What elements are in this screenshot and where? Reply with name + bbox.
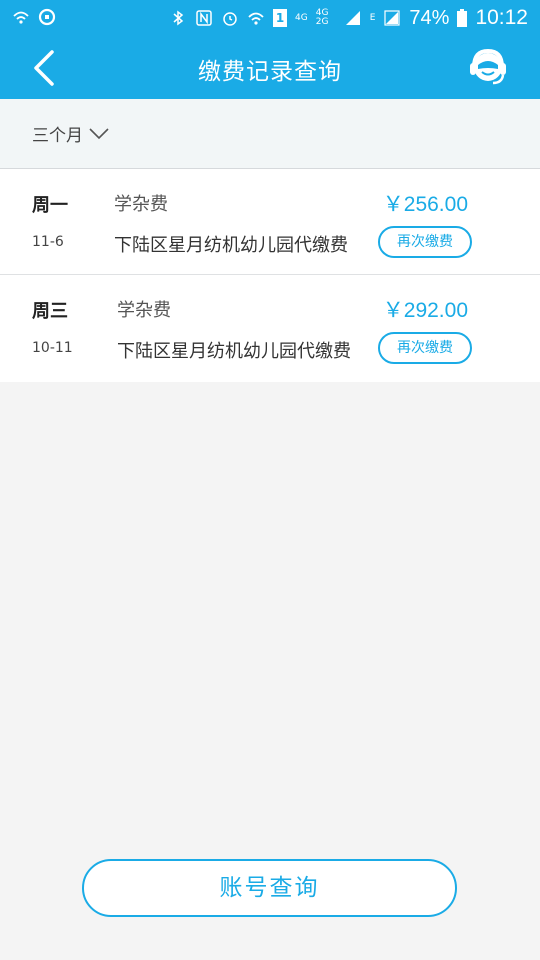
record-description: 下陆区星月纺机幼儿园代缴费 [117,341,351,362]
wifi-icon [248,12,264,25]
network-4g2g-label: 4G 2G [315,8,329,27]
status-right-icons: 1 4G 4G 2G E 74% 10:12 [169,6,528,30]
record-date: 11-6 [32,234,64,250]
page-title: 缴费记录查询 [198,59,342,85]
repay-button[interactable]: 再次缴费 [378,226,472,258]
signal-icon [345,11,360,25]
chevron-down-icon [89,127,109,139]
period-filter-label: 三个月 [32,126,83,146]
sim-badge: 1 [273,9,288,27]
battery-percent: 74% [409,6,450,29]
network-4g-label: 4G [295,13,308,23]
payment-record-list: 周一 11-6 学杂费 下陆区星月纺机幼儿园代缴费 ￥256.00 再次缴费 周… [0,169,540,382]
customer-service-button[interactable] [466,45,512,91]
signal-e-label: E [369,13,376,23]
record-amount: ￥256.00 [382,193,468,216]
status-left-icons [12,8,56,26]
customer-service-icon [470,48,506,85]
record-date: 10-11 [32,340,73,356]
record-description: 下陆区星月纺机幼儿园代缴费 [114,235,348,256]
bluetooth-icon [173,10,184,26]
record-amount: ￥292.00 [382,299,468,322]
record-weekday: 周一 [32,195,68,216]
signal-2-icon [384,10,401,26]
alarm-icon [223,12,237,26]
filter-bar: 三个月 [0,99,540,169]
record-type: 学杂费 [114,194,168,215]
nfc-icon [196,10,212,26]
clock: 10:12 [475,6,528,29]
status-bar: 1 4G 4G 2G E 74% 10:12 [0,0,540,38]
record-type: 学杂费 [117,300,171,321]
payment-record[interactable]: 周一 11-6 学杂费 下陆区星月纺机幼儿园代缴费 ￥256.00 再次缴费 [0,169,540,275]
period-filter-dropdown[interactable]: 三个月 [32,121,109,146]
top-bar: 1 4G 4G 2G E 74% 10:12 缴费记录查询 [0,0,540,99]
battery-icon [457,9,468,27]
record-weekday: 周三 [32,301,68,322]
repay-button[interactable]: 再次缴费 [378,332,472,364]
payment-record[interactable]: 周三 10-11 学杂费 下陆区星月纺机幼儿园代缴费 ￥292.00 再次缴费 [0,275,540,382]
wifi-call-icon [13,11,29,24]
bank-app-icon [38,8,56,26]
account-query-button[interactable]: 账号查询 [82,859,457,917]
nav-bar: 缴费记录查询 [0,38,540,99]
